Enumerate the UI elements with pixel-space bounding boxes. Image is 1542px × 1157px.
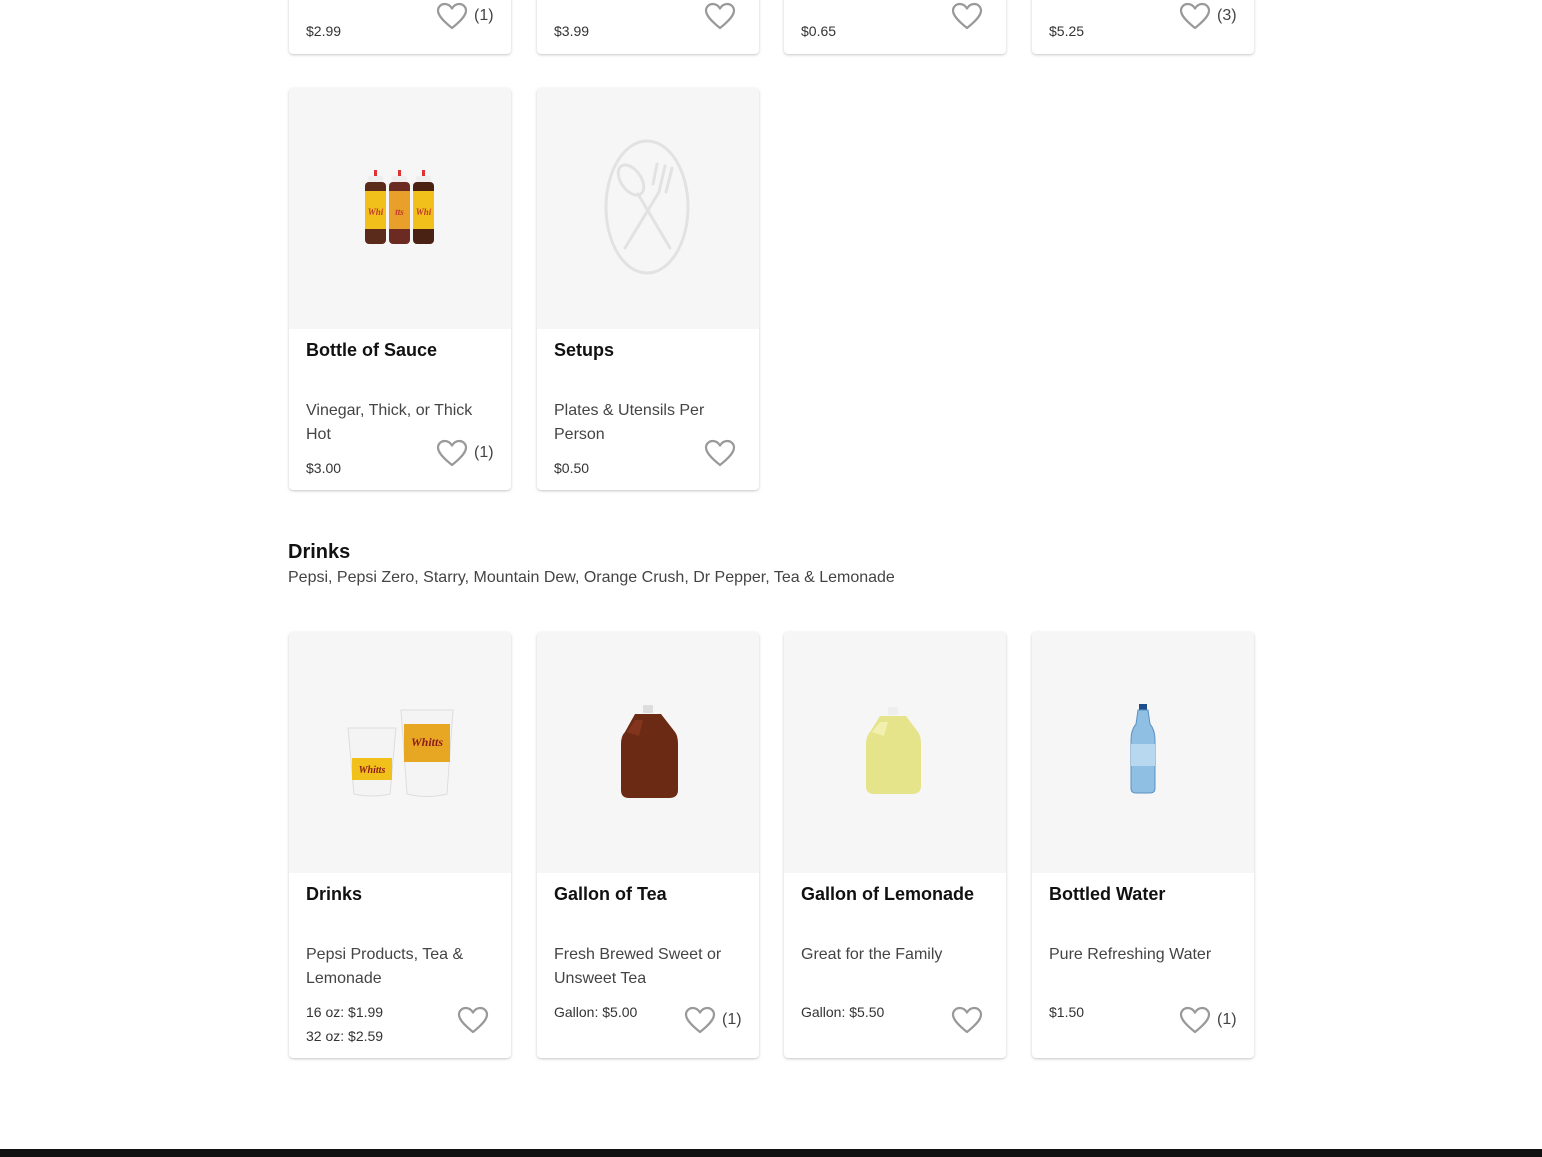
item-title: Bottle of Sauce — [306, 340, 438, 360]
item-title: Drinks — [306, 884, 363, 904]
heart-icon — [436, 2, 468, 30]
item-price: $0.50 — [554, 460, 590, 476]
favorite-button[interactable] — [704, 439, 742, 467]
favorite-button[interactable]: (1) — [1179, 1006, 1237, 1034]
favorite-button[interactable] — [457, 1006, 495, 1034]
menu-card[interactable]: $3.99 — [537, 0, 759, 54]
favorite-button[interactable] — [951, 2, 989, 30]
item-price: $2.99 — [306, 23, 342, 39]
menu-card-gallon-of-lemonade[interactable]: Gallon of Lemonade Great for the Family … — [784, 632, 1006, 1058]
tea-gallon-image — [537, 632, 759, 873]
favorite-button[interactable]: (1) — [684, 1006, 742, 1034]
favorite-button[interactable]: (1) — [436, 439, 494, 467]
favorite-count: (1) — [722, 1011, 742, 1028]
heart-icon — [704, 439, 736, 467]
favorite-button[interactable]: (1) — [436, 2, 494, 30]
sauce-bottle: Whi — [365, 170, 386, 244]
lemonade-gallon-image — [784, 632, 1006, 873]
section-title: Drinks — [288, 541, 351, 563]
item-description: Fresh Brewed Sweet or Unsweet Tea — [554, 946, 722, 987]
item-description: Pepsi Products, Tea & Lemonade — [306, 946, 464, 987]
page-footer — [0, 1149, 1542, 1157]
favorite-count: (1) — [1217, 1011, 1237, 1028]
item-price: $3.00 — [306, 460, 342, 476]
heart-icon — [704, 2, 736, 30]
heart-icon — [684, 1006, 716, 1034]
item-title: Gallon of Lemonade — [801, 884, 975, 904]
item-price-line: Gallon: $5.50 — [801, 1004, 885, 1020]
item-price-line: 32 oz: $2.59 — [306, 1028, 384, 1044]
drink-cups-image: Whitts Whitts — [289, 632, 511, 873]
favorite-button[interactable] — [951, 1006, 989, 1034]
heart-icon — [457, 1006, 489, 1034]
foam-cup-small: Whitts — [347, 727, 397, 797]
item-description: Pure Refreshing Water — [1049, 946, 1212, 963]
menu-card-bottled-water[interactable]: Bottled Water Pure Refreshing Water $1.5… — [1032, 632, 1254, 1058]
item-price-line: Gallon: $5.00 — [554, 1004, 638, 1020]
favorite-button[interactable]: (3) — [1179, 2, 1237, 30]
heart-icon — [436, 439, 468, 467]
item-title: Gallon of Tea — [554, 884, 667, 904]
item-price: $5.25 — [1049, 23, 1085, 39]
item-price-line: 16 oz: $1.99 — [306, 1004, 384, 1020]
item-price: $0.65 — [801, 23, 837, 39]
svg-text:Whi: Whi — [416, 207, 432, 217]
item-description: Great for the Family — [801, 946, 943, 963]
favorite-count: (1) — [474, 7, 494, 24]
menu-card-gallon-of-tea[interactable]: Gallon of Tea Fresh Brewed Sweet or Unsw… — [537, 632, 759, 1058]
menu-card-setups[interactable]: Setups Plates & Utensils Per Person $0.5… — [537, 88, 759, 490]
heart-icon — [1179, 1006, 1211, 1034]
svg-text:Whitts: Whitts — [411, 735, 443, 749]
svg-text:tts: tts — [395, 207, 404, 217]
menu-card-bottle-of-sauce[interactable]: Whi tts Whi Bottle of Sauce Vinegar, Thi… — [289, 88, 511, 490]
svg-text:Whitts: Whitts — [359, 765, 386, 776]
item-title: Setups — [554, 340, 615, 360]
sauce-bottle: tts — [389, 170, 410, 244]
item-title: Bottled Water — [1049, 884, 1166, 904]
menu-card[interactable]: $0.65 — [784, 0, 1006, 54]
section-description: Pepsi, Pepsi Zero, Starry, Mountain Dew,… — [288, 569, 895, 586]
foam-cup-large: Whitts — [400, 709, 454, 797]
item-price: $3.99 — [554, 23, 590, 39]
plate-utensils-placeholder-icon — [537, 88, 759, 329]
menu-card-drinks[interactable]: Whitts Whitts Drinks Pepsi Products, Tea… — [289, 632, 511, 1058]
menu-card[interactable]: $5.25 (3) — [1032, 0, 1254, 54]
svg-text:Whi: Whi — [368, 207, 384, 217]
favorite-count: (1) — [474, 444, 494, 461]
favorite-button[interactable] — [704, 2, 742, 30]
sauce-bottles-image: Whi tts Whi — [289, 88, 511, 329]
heart-icon — [951, 2, 983, 30]
menu-card[interactable]: $2.99 (1) — [289, 0, 511, 54]
item-price-line: $1.50 — [1049, 1004, 1085, 1020]
favorite-count: (3) — [1217, 7, 1237, 24]
sauce-bottle: Whi — [413, 170, 434, 244]
heart-icon — [951, 1006, 983, 1034]
heart-icon — [1179, 2, 1211, 30]
water-bottle-image — [1032, 632, 1254, 873]
